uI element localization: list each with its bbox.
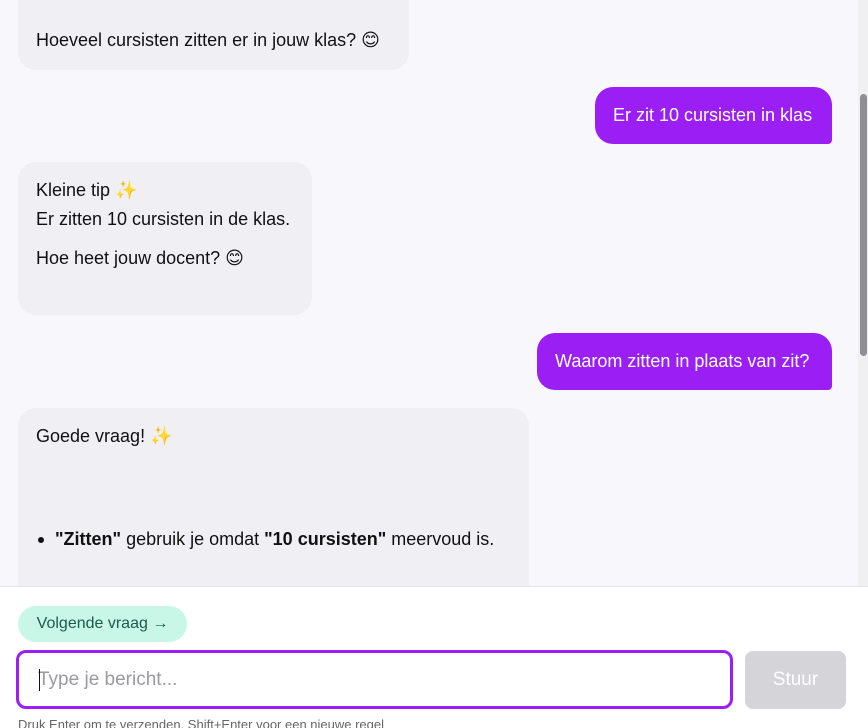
next-question-button[interactable]: Volgende vraag → — [18, 606, 187, 642]
input-hint: Druk Enter om te verzenden, Shift+Enter … — [18, 717, 385, 728]
user-message: Waarom zitten in plaats van zit? — [537, 333, 832, 390]
message-text: Hoe heet jouw docent? 😊 — [36, 248, 244, 268]
message-text: Er zitten 10 cursisten in de klas. — [36, 209, 291, 229]
bold-term: "Zitten" — [55, 529, 122, 549]
bot-message: Hoeveel cursisten zitten er in jouw klas… — [18, 0, 409, 70]
list-item: "Zitten" gebruik je omdat "10 cursisten"… — [38, 525, 511, 554]
message-text: Waarom zitten in plaats van zit? — [555, 351, 810, 371]
message-input[interactable]: Type je bericht... — [16, 650, 733, 709]
message-text: Er zit 10 cursisten in klas — [613, 105, 813, 125]
message-text: Goede vraag! ✨ — [36, 426, 173, 446]
scrollbar-thumb[interactable] — [860, 94, 867, 356]
user-message: Er zit 10 cursisten in klas — [595, 87, 832, 144]
bot-message: Goede vraag! ✨ "Zitten" gebruik je omdat… — [18, 408, 529, 586]
send-button[interactable]: Stuur — [745, 651, 846, 709]
bot-message: Kleine tip ✨ Er zitten 10 cursisten in d… — [18, 162, 312, 315]
bold-term: "10 cursisten" — [264, 529, 387, 549]
bullet-list: "Zitten" gebruik je omdat "10 cursisten"… — [36, 525, 511, 554]
list-text: gebruik je omdat — [121, 529, 265, 549]
message-text: Kleine tip ✨ — [36, 180, 138, 200]
composer: Volgende vraag → Type je bericht... Stuu… — [0, 586, 868, 728]
list-text: meervoud is. — [386, 529, 495, 549]
input-placeholder: Type je bericht... — [38, 669, 178, 690]
chat-thread: Hoeveel cursisten zitten er in jouw klas… — [0, 0, 858, 586]
text-caret — [39, 669, 40, 691]
message-text: Hoeveel cursisten zitten er in jouw klas… — [36, 30, 380, 50]
